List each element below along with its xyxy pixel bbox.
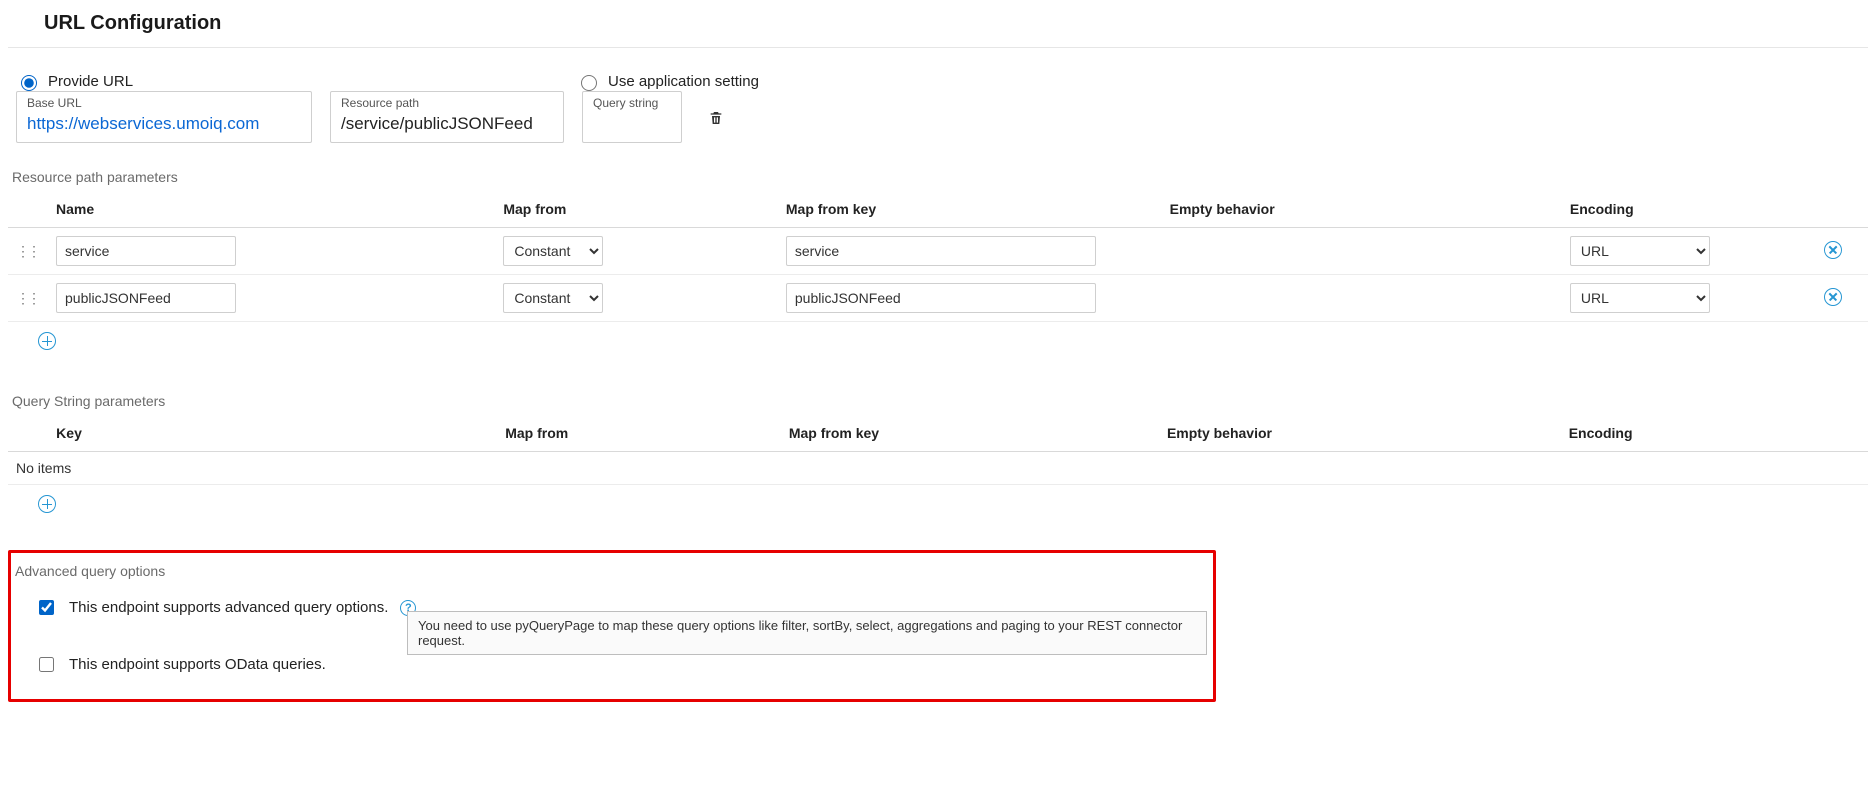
url-fields-row: Base URL https://webservices.umoiq.com R… <box>8 91 1868 143</box>
col-mapfrom-header: Map from <box>497 415 781 452</box>
query-string-label: Query string <box>593 96 671 110</box>
base-url-value[interactable]: https://webservices.umoiq.com <box>27 112 301 136</box>
advanced-query-checkbox[interactable] <box>39 600 54 615</box>
col-mapkey-header: Map from key <box>781 415 1159 452</box>
query-params-table: Key Map from Map from key Empty behavior… <box>8 415 1868 485</box>
param-empty-cell <box>1162 275 1562 322</box>
resource-path-value[interactable]: /service/publicJSONFeed <box>341 112 553 136</box>
provide-url-radio[interactable] <box>21 75 37 91</box>
resource-path-label: Resource path <box>341 96 553 110</box>
advanced-query-section: Advanced query options This endpoint sup… <box>8 550 1216 702</box>
resource-params-table: Name Map from Map from key Empty behavio… <box>8 191 1868 322</box>
tooltip: You need to use pyQueryPage to map these… <box>407 611 1207 655</box>
no-items-row: No items <box>8 452 1868 485</box>
url-mode-radio-row: Provide URL Use application setting <box>8 72 1868 91</box>
delete-row-icon[interactable] <box>1824 288 1842 306</box>
param-name-input[interactable] <box>56 283 236 313</box>
add-row-icon[interactable] <box>38 332 56 350</box>
use-app-setting-radio-group[interactable]: Use application setting <box>576 72 759 91</box>
col-empty-header: Empty behavior <box>1162 191 1562 228</box>
query-params-label: Query String parameters <box>12 393 1868 409</box>
divider <box>8 47 1868 48</box>
use-app-setting-label: Use application setting <box>608 73 759 90</box>
table-header-row: Name Map from Map from key Empty behavio… <box>8 191 1868 228</box>
odata-label: This endpoint supports OData queries. <box>69 656 326 673</box>
param-mapkey-input[interactable] <box>786 283 1096 313</box>
trash-icon[interactable] <box>708 109 724 127</box>
query-string-value[interactable] <box>593 112 671 136</box>
col-mapfrom-header: Map from <box>495 191 778 228</box>
param-mapkey-input[interactable] <box>786 236 1096 266</box>
param-empty-cell <box>1162 228 1562 275</box>
col-encoding-header: Encoding <box>1561 415 1797 452</box>
param-name-input[interactable] <box>56 236 236 266</box>
param-mapfrom-select[interactable]: Constant <box>503 283 603 313</box>
base-url-label: Base URL <box>27 96 301 110</box>
add-row-icon[interactable] <box>38 495 56 513</box>
delete-row-icon[interactable] <box>1824 241 1842 259</box>
use-app-setting-radio[interactable] <box>581 75 597 91</box>
table-row: Constant URL <box>8 228 1868 275</box>
col-key-header: Key <box>48 415 497 452</box>
resource-params-label: Resource path parameters <box>12 169 1868 185</box>
base-url-field[interactable]: Base URL https://webservices.umoiq.com <box>16 91 312 143</box>
param-mapfrom-select[interactable]: Constant <box>503 236 603 266</box>
col-empty-header: Empty behavior <box>1159 415 1561 452</box>
page-title: URL Configuration <box>8 12 1868 47</box>
table-row: Constant URL <box>8 275 1868 322</box>
query-string-field[interactable]: Query string <box>582 91 682 143</box>
col-encoding-header: Encoding <box>1562 191 1797 228</box>
advanced-query-label: This endpoint supports advanced query op… <box>69 599 388 616</box>
param-encoding-select[interactable]: URL <box>1570 236 1710 266</box>
param-encoding-select[interactable]: URL <box>1570 283 1710 313</box>
odata-checkbox[interactable] <box>39 657 54 672</box>
provide-url-radio-group[interactable]: Provide URL <box>16 72 576 91</box>
provide-url-label: Provide URL <box>48 73 133 90</box>
no-items-label: No items <box>8 452 1868 485</box>
drag-handle-icon[interactable] <box>16 290 30 306</box>
advanced-section-label: Advanced query options <box>11 561 1213 593</box>
drag-handle-icon[interactable] <box>16 243 30 259</box>
col-mapkey-header: Map from key <box>778 191 1162 228</box>
table-header-row: Key Map from Map from key Empty behavior… <box>8 415 1868 452</box>
col-name-header: Name <box>48 191 495 228</box>
resource-path-field[interactable]: Resource path /service/publicJSONFeed <box>330 91 564 143</box>
